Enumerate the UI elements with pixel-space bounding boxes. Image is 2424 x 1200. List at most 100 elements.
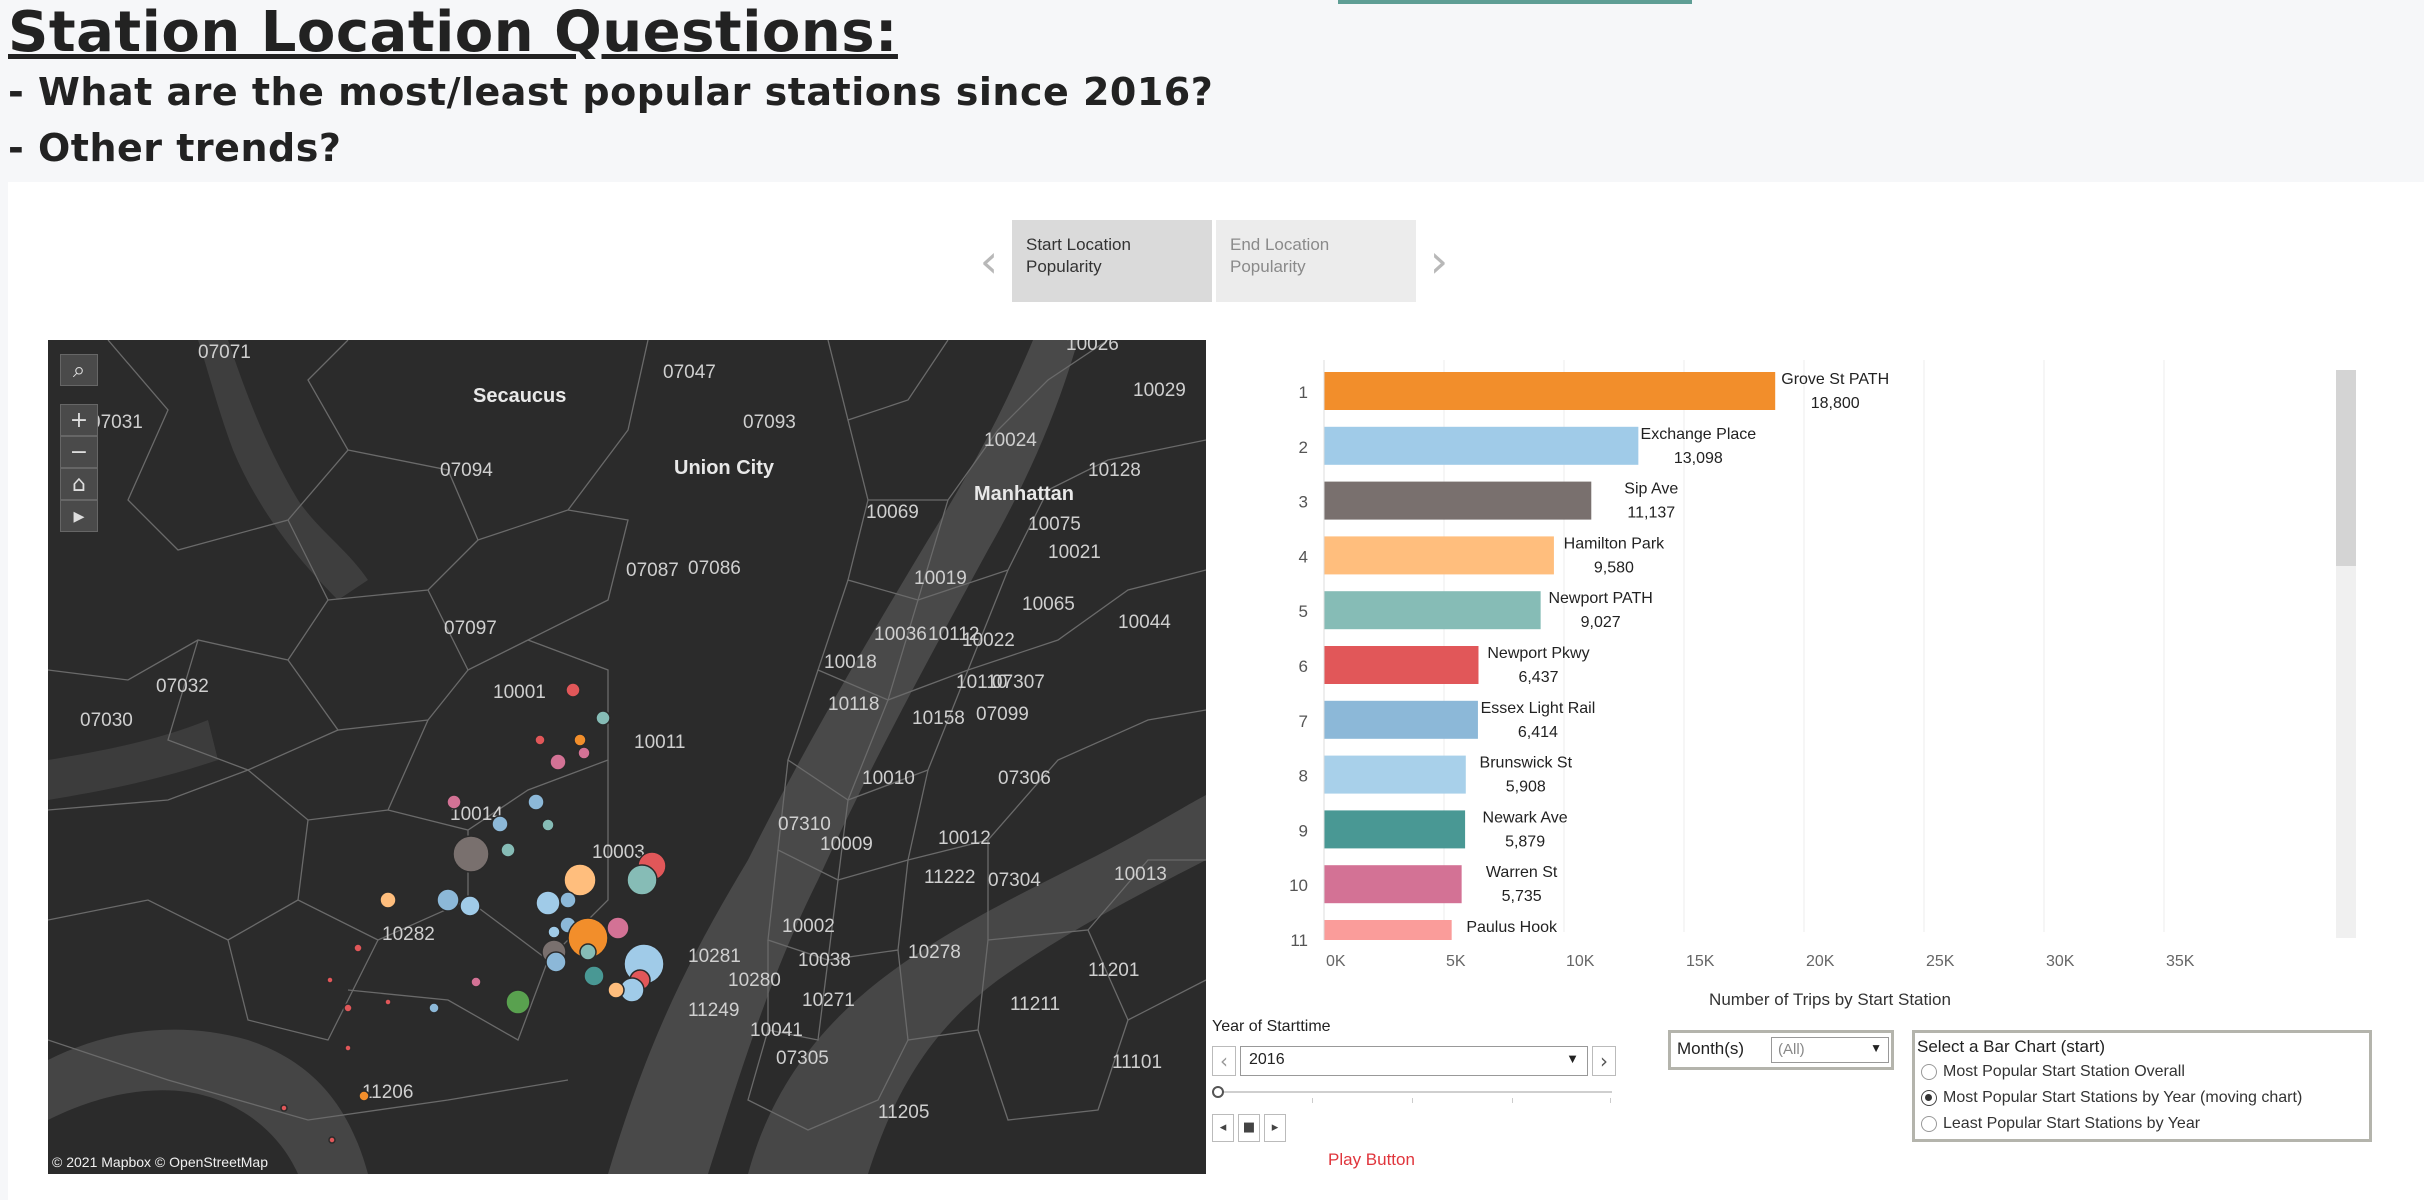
zoom-out-icon[interactable]: −	[60, 436, 98, 468]
zip-label: 07305	[776, 1048, 829, 1069]
rank-label: 9	[1299, 821, 1308, 840]
station-bubble[interactable]	[326, 976, 334, 984]
radio-button[interactable]	[1921, 1116, 1937, 1132]
station-bubble[interactable]	[459, 895, 481, 917]
option-overall[interactable]: Most Popular Start Station Overall	[1917, 1059, 2367, 1085]
year-prev-icon[interactable]: ‹	[1212, 1046, 1236, 1076]
home-icon[interactable]: ⌂	[60, 468, 98, 500]
zip-label: 10019	[914, 568, 967, 589]
zip-label: 10026	[1066, 340, 1119, 355]
bar[interactable]	[1324, 481, 1592, 520]
chart-scroll-thumb[interactable]	[2336, 370, 2356, 566]
radio-button[interactable]	[1921, 1064, 1937, 1080]
station-bubble[interactable]	[446, 794, 462, 810]
bar[interactable]	[1324, 810, 1466, 849]
station-bubble[interactable]	[547, 925, 561, 939]
bar[interactable]	[1324, 372, 1776, 410]
option-by-year-moving[interactable]: Most Popular Start Stations by Year (mov…	[1917, 1085, 2367, 1111]
bar[interactable]	[1324, 591, 1541, 630]
station-bubble[interactable]	[573, 733, 587, 747]
station-bubble[interactable]	[549, 753, 567, 771]
station-bubble[interactable]	[452, 835, 490, 873]
station-bubble[interactable]	[541, 818, 555, 832]
station-bubble[interactable]	[428, 1002, 440, 1014]
bar-chart: 0K 5K 10K 15K 20K 25K 30K 35K 1 Grove St PATH 18,8…	[1289, 360, 2195, 970]
year-next-icon[interactable]: ›	[1592, 1046, 1616, 1076]
station-bubble[interactable]	[565, 682, 581, 698]
station-bubble[interactable]	[527, 793, 545, 811]
expand-arrow-icon[interactable]: ▸	[60, 500, 98, 532]
tabs-next-chevron-icon[interactable]: ›	[1424, 236, 1454, 286]
stop-icon[interactable]: ■	[1238, 1114, 1260, 1142]
station-bubble[interactable]	[595, 710, 611, 726]
rank-label: 4	[1299, 547, 1308, 566]
map-search-icon[interactable]: ⌕	[60, 354, 98, 386]
station-bubble[interactable]	[470, 976, 482, 988]
bar-category-label: Exchange Place	[1641, 426, 1757, 443]
station-bubble[interactable]	[353, 943, 363, 953]
option-label: Most Popular Start Stations by Year (mov…	[1943, 1089, 2303, 1106]
tab-start-location[interactable]: Start Location Popularity	[1012, 220, 1212, 302]
bar[interactable]	[1324, 700, 1478, 739]
station-bubble[interactable]	[606, 916, 630, 940]
station-bubble[interactable]	[626, 864, 658, 896]
station-bubble[interactable]	[505, 989, 531, 1015]
slider-knob[interactable]	[1212, 1086, 1224, 1098]
month-dropdown[interactable]: (All) ▼	[1771, 1037, 1889, 1063]
bar[interactable]	[1324, 755, 1466, 794]
year-slider[interactable]	[1212, 1086, 1612, 1103]
zoom-in-icon[interactable]: +	[60, 404, 98, 436]
step-back-icon[interactable]: ◂	[1212, 1114, 1234, 1142]
zip-label: 10038	[798, 950, 851, 971]
bar-category-label: Newport Pkwy	[1487, 645, 1589, 662]
zip-label: 11101	[1112, 1052, 1162, 1073]
x-tick-label: 35K	[2166, 953, 2195, 970]
chart-scrollbar[interactable]	[2336, 370, 2356, 938]
year-dropdown[interactable]: 2016 ▼	[1240, 1046, 1588, 1076]
station-bubble[interactable]	[436, 888, 460, 912]
bar[interactable]	[1324, 865, 1462, 904]
station-bubble[interactable]	[607, 981, 625, 999]
station-bubble[interactable]	[583, 965, 605, 987]
station-bubble[interactable]	[577, 746, 591, 760]
bar-value-label: 5,735	[1502, 888, 1542, 905]
station-bubble[interactable]	[559, 891, 577, 909]
zip-label: 10041	[750, 1020, 803, 1041]
station-bubble[interactable]	[343, 1003, 353, 1013]
station-bubble[interactable]	[358, 1090, 370, 1102]
option-least-popular[interactable]: Least Popular Start Stations by Year	[1917, 1111, 2367, 1137]
station-bubble[interactable]	[328, 1136, 336, 1144]
station-bubble[interactable]	[280, 1104, 288, 1112]
station-bubble[interactable]	[491, 815, 509, 833]
station-bubble[interactable]	[579, 943, 597, 961]
zip-label: 10021	[1048, 542, 1101, 563]
bar[interactable]	[1324, 646, 1479, 684]
bar-category-label: Paulus Hook	[1466, 919, 1558, 936]
bar[interactable]	[1324, 426, 1639, 465]
station-map[interactable]: 07071 07047 07093 10026 10029 07031 07094 10024…	[48, 340, 1206, 1174]
station-bubble[interactable]	[545, 951, 567, 973]
slider-tick	[1610, 1098, 1611, 1103]
tabs-prev-chevron-icon[interactable]: ‹	[974, 236, 1004, 286]
station-bubble[interactable]	[500, 842, 516, 858]
station-bubble[interactable]	[344, 1044, 352, 1052]
station-bubble[interactable]	[384, 998, 392, 1006]
tab-end-location[interactable]: End Location Popularity	[1216, 220, 1416, 302]
station-bubble[interactable]	[535, 890, 561, 916]
zip-label: 10013	[1114, 864, 1167, 885]
map-canvas: 0707107047070931002610029070310709410024…	[48, 340, 1206, 1174]
bar[interactable]	[1324, 920, 1452, 940]
station-bubble[interactable]	[534, 734, 546, 746]
zip-label: 07094	[440, 460, 493, 481]
station-bubble[interactable]	[379, 891, 397, 909]
bar-value-label: 5,879	[1505, 833, 1545, 850]
slider-tick	[1312, 1098, 1313, 1103]
bar[interactable]	[1324, 536, 1554, 575]
zip-label: 07087	[626, 560, 679, 581]
place-label: Union City	[674, 457, 775, 479]
station-bubble[interactable]	[563, 863, 597, 897]
bar-category-label: Hamilton Park	[1564, 535, 1665, 552]
zip-label: 07310	[778, 814, 831, 835]
radio-button-selected[interactable]	[1921, 1090, 1937, 1106]
play-icon[interactable]: ▸	[1264, 1114, 1286, 1142]
